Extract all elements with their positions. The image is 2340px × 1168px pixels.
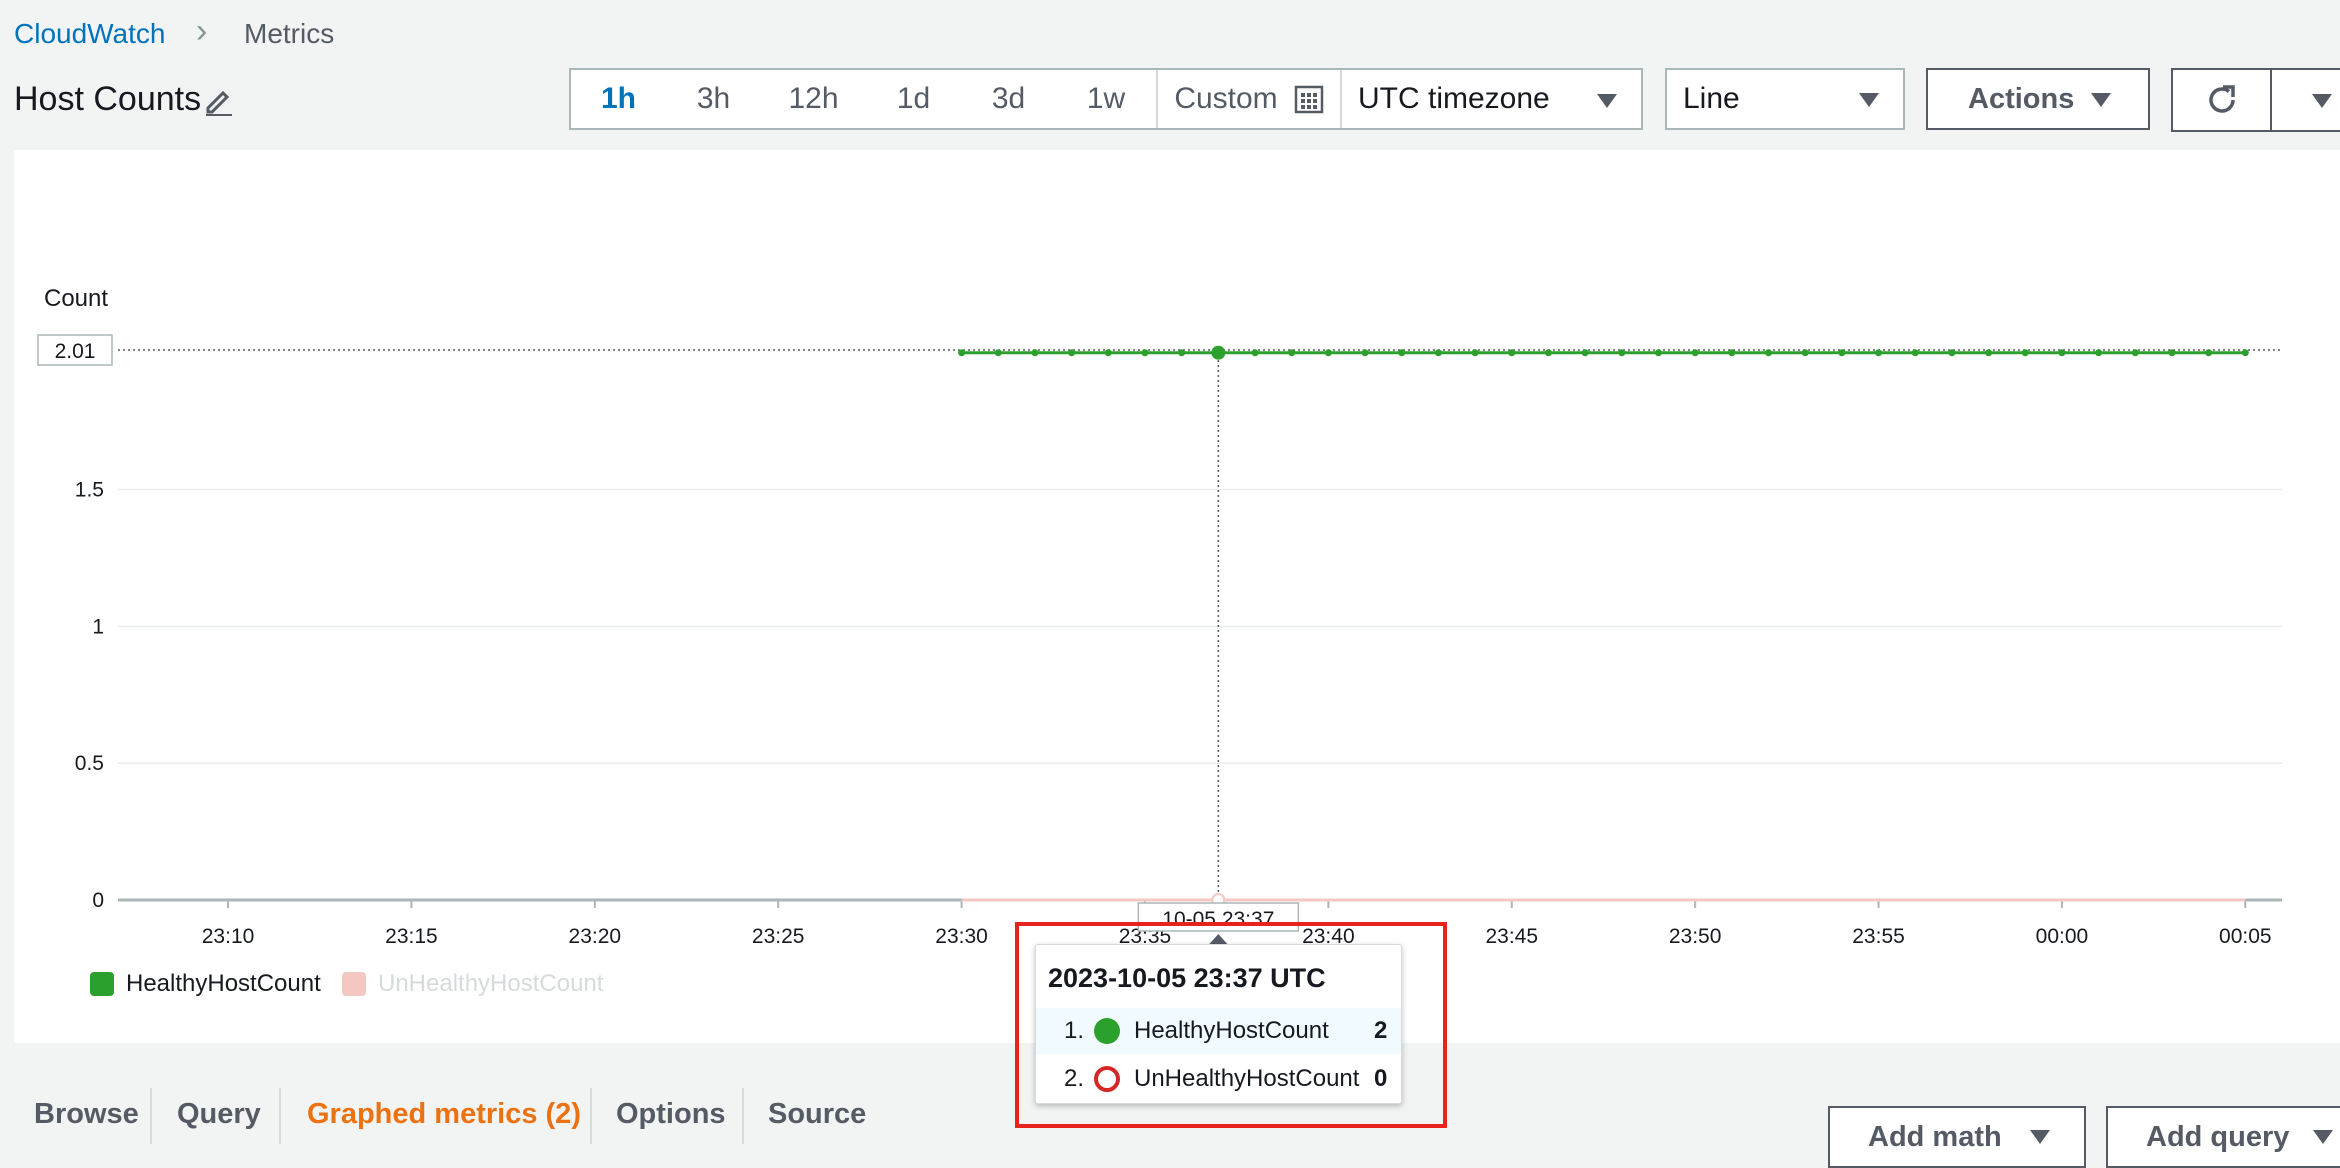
data-point (2095, 349, 2103, 357)
data-point (994, 349, 1002, 357)
data-point (2205, 349, 2213, 357)
data-point (1985, 349, 1993, 357)
data-point (1691, 349, 1699, 357)
divider (742, 1088, 744, 1144)
data-point (2241, 349, 2249, 357)
data-point (1178, 349, 1186, 357)
tooltip-highlight-box (1015, 922, 1447, 1128)
data-point (1324, 349, 1332, 357)
add-math-button[interactable]: Add math (1828, 1106, 2086, 1168)
x-tick-label: 23:55 (1852, 925, 1905, 948)
tab-source[interactable]: Source (768, 1098, 866, 1131)
data-point (1141, 349, 1149, 357)
data-point (1581, 349, 1589, 357)
add-query-label: Add query (2146, 1120, 2290, 1153)
x-tick-label: 23:50 (1669, 925, 1722, 948)
tab-browse[interactable]: Browse (34, 1098, 139, 1131)
y-tick-label: 1.5 (75, 479, 104, 502)
data-point (1508, 349, 1516, 357)
data-point (1618, 349, 1626, 357)
data-point (1434, 349, 1442, 357)
divider (590, 1088, 592, 1144)
tab-options[interactable]: Options (616, 1098, 726, 1131)
data-point (1728, 349, 1736, 357)
data-point (2131, 349, 2139, 357)
legend-swatch-unhealthy (342, 972, 366, 996)
y-tick-label: 0.5 (75, 752, 104, 775)
tab-graphed-metrics[interactable]: Graphed metrics (2) (307, 1098, 581, 1131)
y-tick-label: 0 (92, 889, 104, 912)
legend-label-healthy: HealthyHostCount (126, 970, 321, 997)
x-tick-label: 23:25 (752, 925, 805, 948)
x-tick-label: 00:05 (2219, 925, 2272, 948)
data-point (2168, 349, 2176, 357)
data-point (1544, 349, 1552, 357)
data-point (958, 349, 966, 357)
data-point (2021, 349, 2029, 357)
max-value-label: 2.01 (55, 340, 96, 363)
data-point (1875, 349, 1883, 357)
data-point (1251, 349, 1259, 357)
chevron-down-icon (2030, 1130, 2050, 1144)
data-point (1948, 349, 1956, 357)
data-point (1104, 349, 1112, 357)
data-point (1654, 349, 1662, 357)
hover-point-healthy (1211, 345, 1226, 360)
data-point (1288, 349, 1296, 357)
data-point (2058, 349, 2066, 357)
tab-query[interactable]: Query (177, 1098, 261, 1131)
data-point (1398, 349, 1406, 357)
y-axis-label: Count (44, 285, 108, 312)
data-point (1838, 349, 1846, 357)
data-point (1068, 349, 1076, 357)
x-tick-label: 23:45 (1485, 925, 1538, 948)
data-point (1031, 349, 1039, 357)
x-tick-label: 23:10 (202, 925, 255, 948)
legend-item-unhealthy[interactable]: UnHealthyHostCount (342, 970, 603, 998)
divider (279, 1088, 281, 1144)
x-tick-label: 00:00 (2036, 925, 2089, 948)
legend-swatch-healthy (90, 972, 114, 996)
x-tick-label: 23:20 (569, 925, 622, 948)
add-math-label: Add math (1868, 1120, 2002, 1153)
legend-item-healthy[interactable]: HealthyHostCount (90, 970, 321, 998)
data-point (1361, 349, 1369, 357)
divider (150, 1088, 152, 1144)
x-tick-label: 23:30 (935, 925, 988, 948)
data-point (1911, 349, 1919, 357)
data-point (1801, 349, 1809, 357)
chevron-down-icon (2313, 1130, 2333, 1144)
x-tick-label: 23:15 (385, 925, 438, 948)
legend-label-unhealthy: UnHealthyHostCount (378, 970, 604, 997)
data-point (1765, 349, 1773, 357)
y-tick-label: 1 (92, 615, 104, 638)
add-query-button[interactable]: Add query (2106, 1106, 2340, 1168)
data-point (1471, 349, 1479, 357)
